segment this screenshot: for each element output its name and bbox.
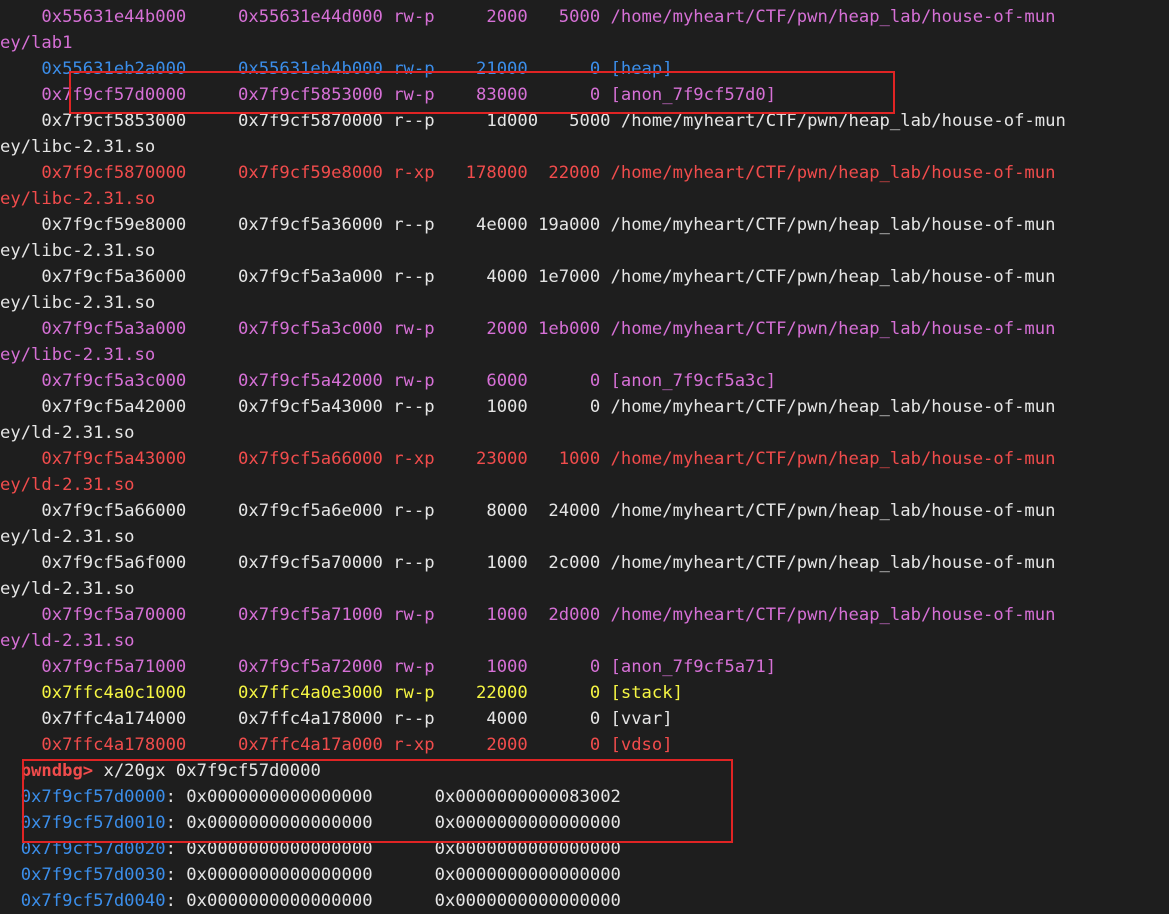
memory-value: 0x0000000000083002 — [434, 787, 621, 807]
vmmap-line: ey/libc-2.31.so — [0, 189, 156, 209]
vmmap-line: 0x7f9cf5a3c000 0x7f9cf5a42000 rw-p 6000 … — [0, 371, 777, 391]
vmmap-line: 0x7f9cf5a71000 0x7f9cf5a72000 rw-p 1000 … — [0, 657, 777, 677]
memory-row: 0x7f9cf57d0030: 0x0000000000000000 0x000… — [20, 865, 621, 885]
vmmap-line: 0x7f9cf57d0000 0x7f9cf5853000 rw-p 83000… — [0, 85, 777, 105]
vmmap-line: ey/libc-2.31.so — [0, 293, 156, 313]
memory-value: 0x0000000000000000 — [186, 787, 373, 807]
prompt-line: pwndbg> x/20gx 0x7f9cf57d0000 — [0, 758, 321, 784]
memory-address: 0x7f9cf57d0040 — [20, 891, 166, 911]
memory-row: 0x7f9cf57d0010: 0x0000000000000000 0x000… — [20, 813, 621, 833]
memory-row: 0x7f9cf57d0040: 0x0000000000000000 0x000… — [20, 891, 621, 911]
vmmap-line: ey/libc-2.31.so — [0, 137, 156, 157]
memory-value: 0x0000000000000000 — [434, 813, 621, 833]
vmmap-line: 0x7f9cf59e8000 0x7f9cf5a36000 r--p 4e000… — [0, 215, 1056, 235]
vmmap-line: 0x7ffc4a174000 0x7ffc4a178000 r--p 4000 … — [0, 709, 673, 729]
vmmap-line: 0x7f9cf5a36000 0x7f9cf5a3a000 r--p 4000 … — [0, 267, 1056, 287]
pwndbg-prompt: pwndbg> — [20, 761, 94, 781]
prompt-command: x/20gx 0x7f9cf57d0000 — [93, 761, 321, 781]
vmmap-line: ey/ld-2.31.so — [0, 423, 135, 443]
memory-row: 0x7f9cf57d0000: 0x0000000000000000 0x000… — [20, 787, 621, 807]
memory-value: 0x0000000000000000 — [186, 839, 373, 859]
memory-address: 0x7f9cf57d0010 — [20, 813, 166, 833]
memory-value: 0x0000000000000000 — [434, 865, 621, 885]
vmmap-line: ey/ld-2.31.so — [0, 631, 135, 651]
vmmap-line: ey/libc-2.31.so — [0, 345, 156, 365]
vmmap-line: ey/libc-2.31.so — [0, 241, 156, 261]
vmmap-line: 0x7f9cf5853000 0x7f9cf5870000 r--p 1d000… — [0, 111, 1066, 131]
vmmap-line: 0x7f9cf5a66000 0x7f9cf5a6e000 r--p 8000 … — [0, 501, 1056, 521]
vmmap-line: 0x7f9cf5a6f000 0x7f9cf5a70000 r--p 1000 … — [0, 553, 1056, 573]
memory-value: 0x0000000000000000 — [186, 813, 373, 833]
memory-value: 0x0000000000000000 — [434, 839, 621, 859]
memory-address: 0x7f9cf57d0020 — [20, 839, 166, 859]
vmmap-line: 0x7ffc4a0c1000 0x7ffc4a0e3000 rw-p 22000… — [0, 683, 683, 703]
vmmap-line: 0x7f9cf5a3a000 0x7f9cf5a3c000 rw-p 2000 … — [0, 319, 1056, 339]
memory-address: 0x7f9cf57d0000 — [20, 787, 166, 807]
vmmap-line: ey/lab1 — [0, 33, 73, 53]
memory-value: 0x0000000000000000 — [434, 891, 621, 911]
vmmap-line: 0x55631eb2a000 0x55631eb4b000 rw-p 21000… — [0, 59, 673, 79]
vmmap-line: ey/ld-2.31.so — [0, 527, 135, 547]
vmmap-line: 0x7f9cf5a70000 0x7f9cf5a71000 rw-p 1000 … — [0, 605, 1056, 625]
terminal-output[interactable]: ey/ 0x55631e44b000 0x55631e44d000 rw-p 2… — [0, 0, 1169, 913]
memory-value: 0x0000000000000000 — [186, 891, 373, 911]
memory-value: 0x0000000000000000 — [186, 865, 373, 885]
memory-address: 0x7f9cf57d0030 — [20, 865, 166, 885]
vmmap-line: 0x55631e44b000 0x55631e44d000 rw-p 2000 … — [0, 7, 1056, 27]
memory-row: 0x7f9cf57d0020: 0x0000000000000000 0x000… — [20, 839, 621, 859]
vmmap-line: 0x7ffc4a178000 0x7ffc4a17a000 r-xp 2000 … — [0, 735, 673, 755]
vmmap-line: 0x7f9cf5a42000 0x7f9cf5a43000 r--p 1000 … — [0, 397, 1056, 417]
vmmap-line: 0x7f9cf5a43000 0x7f9cf5a66000 r-xp 23000… — [0, 449, 1056, 469]
vmmap-line: 0x7f9cf5870000 0x7f9cf59e8000 r-xp 17800… — [0, 163, 1056, 183]
vmmap-line: ey/ld-2.31.so — [0, 475, 135, 495]
vmmap-line: ey/ld-2.31.so — [0, 579, 135, 599]
